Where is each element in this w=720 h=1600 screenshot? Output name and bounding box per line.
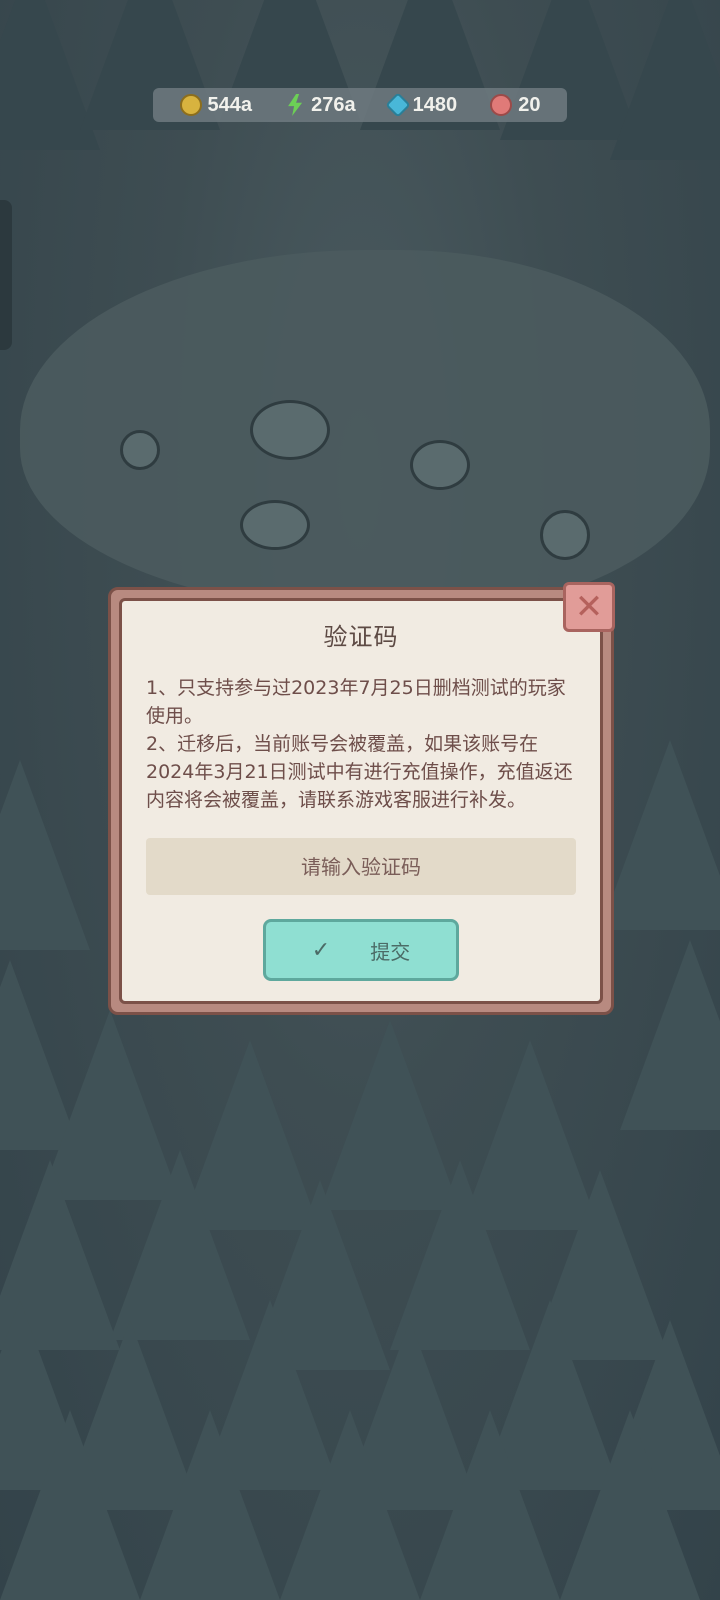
pine-tree	[420, 1410, 560, 1600]
pine-tree	[0, 1410, 140, 1600]
instruction-line-2: 2、迁移后，当前账号会被覆盖，如果该账号在2024年3月21日测试中有进行充值操…	[146, 733, 573, 811]
energy-bolt-icon	[288, 94, 303, 116]
verification-code-input[interactable]	[146, 838, 576, 895]
checkmark-icon: ✓	[311, 937, 331, 963]
dialog-body: 验证码 1、只支持参与过2023年7月25日删档测试的玩家使用。 2、迁移后，当…	[119, 598, 603, 1004]
pine-tree	[610, 0, 720, 160]
energy-count: 276a	[311, 93, 356, 116]
forest-clearing	[20, 250, 710, 610]
coin-count: 544a	[207, 93, 253, 116]
pine-tree	[600, 740, 720, 930]
resource-bar: 544a 276a 1480 20	[153, 88, 567, 122]
gem-icon	[384, 92, 411, 118]
coin-icon	[179, 94, 202, 116]
pine-tree	[280, 1410, 420, 1600]
resource-shell[interactable]: 20	[490, 94, 540, 117]
camp-prop	[540, 510, 590, 560]
camp-prop	[250, 400, 330, 460]
verification-code-dialog: 验证码 1、只支持参与过2023年7月25日删档测试的玩家使用。 2、迁移后，当…	[108, 582, 615, 1015]
resource-coin[interactable]: 544a	[179, 93, 253, 117]
dialog-title: 验证码	[323, 623, 399, 651]
close-button[interactable]: ✕	[563, 582, 615, 632]
side-panel-tab[interactable]	[0, 200, 12, 350]
gem-count: 1480	[412, 93, 458, 116]
shell-count: 20	[518, 93, 541, 116]
camp-prop	[410, 440, 470, 490]
pine-tree	[140, 1410, 280, 1600]
pine-tree	[0, 760, 90, 950]
camp-prop	[240, 500, 310, 550]
instruction-line-1: 1、只支持参与过2023年7月25日删档测试的玩家使用。	[146, 677, 566, 727]
resource-energy[interactable]: 276a	[285, 94, 356, 117]
pine-tree	[560, 1410, 700, 1600]
camp-prop	[120, 430, 160, 470]
close-icon: ✕	[574, 587, 604, 627]
submit-button[interactable]: ✓ 提交	[263, 919, 459, 981]
pine-tree	[620, 940, 720, 1130]
submit-label: 提交	[370, 939, 411, 964]
dialog-instructions: 1、只支持参与过2023年7月25日删档测试的玩家使用。 2、迁移后，当前账号会…	[146, 674, 576, 814]
resource-gem[interactable]: 1480	[384, 92, 458, 118]
shell-icon	[490, 94, 513, 116]
